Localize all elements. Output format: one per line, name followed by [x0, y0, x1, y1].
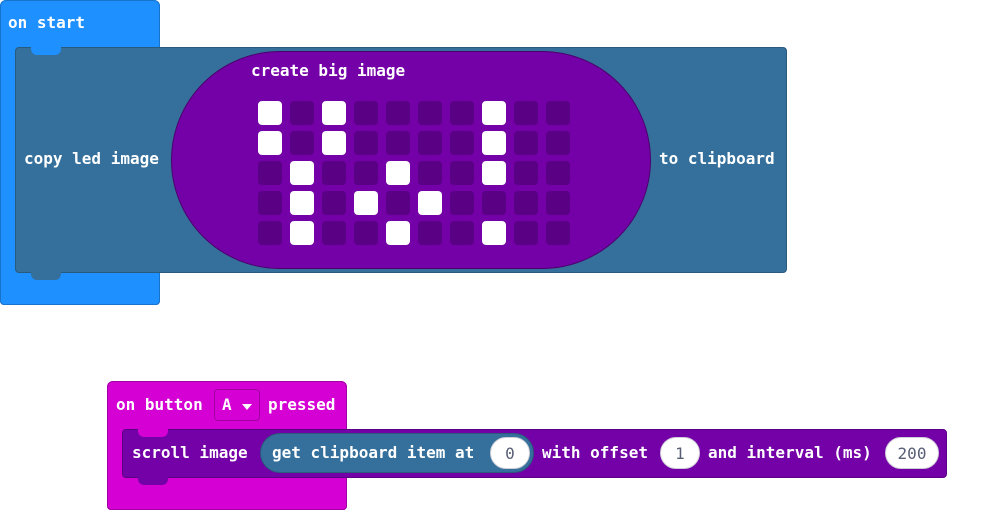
- led-cell[interactable]: [354, 221, 378, 245]
- led-cell[interactable]: [258, 131, 282, 155]
- led-cell[interactable]: [386, 101, 410, 125]
- button-dropdown-value: A: [222, 395, 232, 414]
- led-cell[interactable]: [258, 221, 282, 245]
- led-cell[interactable]: [482, 101, 506, 125]
- create-big-image-label: create big image: [251, 61, 406, 80]
- block-notch: [138, 429, 168, 437]
- led-cell[interactable]: [546, 161, 570, 185]
- led-cell[interactable]: [482, 191, 506, 215]
- led-cell[interactable]: [322, 221, 346, 245]
- led-cell[interactable]: [546, 191, 570, 215]
- led-cell[interactable]: [450, 131, 474, 155]
- led-cell[interactable]: [514, 161, 538, 185]
- pressed-label: pressed: [268, 395, 336, 414]
- led-cell[interactable]: [290, 221, 314, 245]
- led-cell[interactable]: [354, 161, 378, 185]
- led-cell[interactable]: [514, 101, 538, 125]
- led-cell[interactable]: [450, 191, 474, 215]
- led-cell[interactable]: [290, 101, 314, 125]
- led-cell[interactable]: [418, 101, 442, 125]
- led-cell[interactable]: [258, 191, 282, 215]
- led-cell[interactable]: [290, 131, 314, 155]
- led-cell[interactable]: [546, 131, 570, 155]
- led-cell[interactable]: [258, 161, 282, 185]
- led-cell[interactable]: [418, 191, 442, 215]
- copy-led-image-label: copy led image: [24, 149, 159, 168]
- on-button-label: on button: [116, 395, 203, 414]
- with-offset-label: with offset: [542, 443, 648, 462]
- led-cell[interactable]: [386, 131, 410, 155]
- interval-input[interactable]: 200: [885, 437, 939, 469]
- led-cell[interactable]: [546, 101, 570, 125]
- block-notch: [31, 47, 61, 55]
- block-notch: [31, 272, 61, 280]
- chevron-down-icon: [242, 404, 252, 410]
- led-cell[interactable]: [418, 221, 442, 245]
- led-cell[interactable]: [450, 161, 474, 185]
- led-cell[interactable]: [258, 101, 282, 125]
- interval-label: and interval (ms): [708, 443, 872, 462]
- led-cell[interactable]: [482, 161, 506, 185]
- led-grid[interactable]: [258, 101, 572, 245]
- led-cell[interactable]: [418, 161, 442, 185]
- led-cell[interactable]: [482, 221, 506, 245]
- led-cell[interactable]: [386, 161, 410, 185]
- led-cell[interactable]: [354, 191, 378, 215]
- block-notch: [138, 477, 168, 485]
- led-cell[interactable]: [322, 131, 346, 155]
- led-cell[interactable]: [354, 131, 378, 155]
- button-dropdown[interactable]: A: [214, 389, 260, 421]
- led-cell[interactable]: [514, 221, 538, 245]
- led-cell[interactable]: [322, 191, 346, 215]
- led-cell[interactable]: [290, 191, 314, 215]
- led-cell[interactable]: [546, 221, 570, 245]
- get-clipboard-item-label: get clipboard item at: [272, 443, 475, 462]
- led-cell[interactable]: [386, 221, 410, 245]
- offset-input[interactable]: 1: [660, 437, 700, 469]
- led-cell[interactable]: [514, 191, 538, 215]
- led-cell[interactable]: [290, 161, 314, 185]
- on-start-label: on start: [8, 13, 86, 32]
- to-clipboard-label: to clipboard: [659, 149, 775, 168]
- led-cell[interactable]: [322, 101, 346, 125]
- led-cell[interactable]: [418, 131, 442, 155]
- led-cell[interactable]: [450, 221, 474, 245]
- led-cell[interactable]: [386, 191, 410, 215]
- led-cell[interactable]: [482, 131, 506, 155]
- clipboard-index-input[interactable]: 0: [490, 437, 530, 469]
- scroll-image-label: scroll image: [132, 443, 248, 462]
- led-cell[interactable]: [322, 161, 346, 185]
- led-cell[interactable]: [450, 101, 474, 125]
- led-cell[interactable]: [514, 131, 538, 155]
- led-cell[interactable]: [354, 101, 378, 125]
